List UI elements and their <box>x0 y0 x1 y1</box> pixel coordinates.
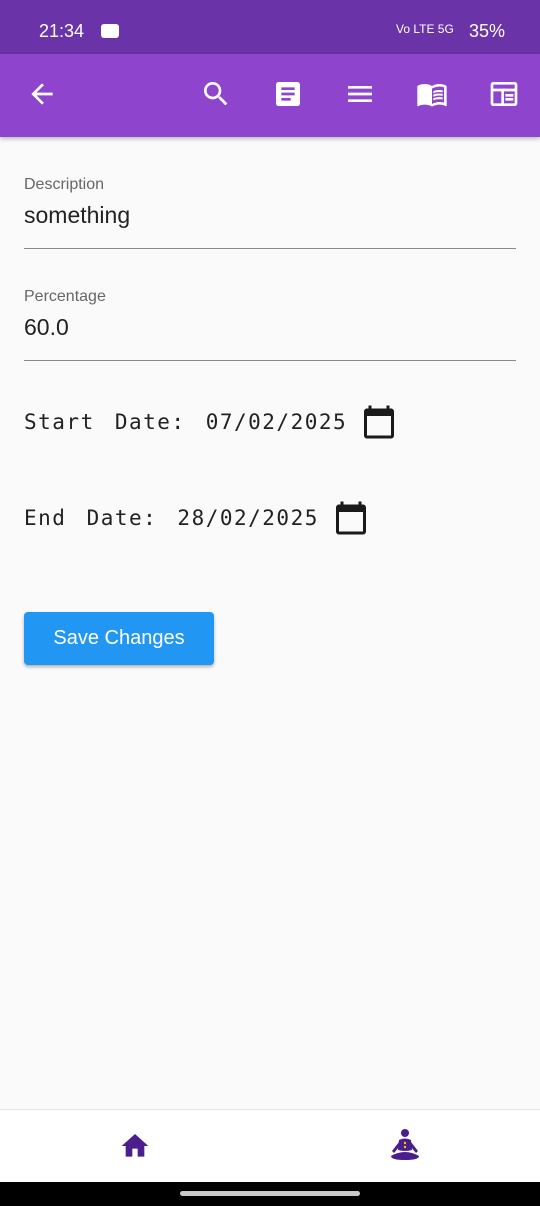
notification-app-icon <box>101 24 119 38</box>
back-button[interactable] <box>22 74 62 114</box>
description-label: Description <box>24 176 105 193</box>
book-button[interactable] <box>412 74 452 114</box>
home-icon <box>121 1134 149 1157</box>
bottom-navigation <box>0 1109 540 1183</box>
status-bar: 21:34 Vo LTE 5G 35% <box>0 0 540 54</box>
system-gesture-bar <box>0 1182 540 1206</box>
book-open-icon <box>417 84 447 107</box>
article-button[interactable] <box>268 74 308 114</box>
menu-button[interactable] <box>340 74 380 114</box>
start-date-row: Start Date: 07/02/2025 <box>24 404 397 440</box>
app-bar <box>0 54 540 137</box>
meditation-icon <box>391 1129 419 1160</box>
calendar-grid-icon <box>490 82 518 106</box>
end-date-text: End Date: 28/02/2025 <box>24 506 319 530</box>
search-icon <box>204 82 228 106</box>
calendar-icon <box>335 501 366 535</box>
menu-lines-icon <box>348 86 372 102</box>
calendar-icon <box>364 405 395 439</box>
network-indicator: Vo LTE 5G <box>396 22 454 36</box>
description-input[interactable]: something <box>24 202 130 229</box>
nav-home[interactable] <box>113 1126 157 1166</box>
percentage-input[interactable]: 60.0 <box>24 314 69 341</box>
percentage-field[interactable]: Percentage 60.0 <box>24 288 516 361</box>
start-date-text: Start Date: 07/02/2025 <box>24 410 348 434</box>
battery-level: 35% <box>469 21 506 41</box>
end-date-picker-button[interactable] <box>333 500 369 536</box>
article-icon <box>276 82 300 106</box>
status-time: 21:34 <box>39 21 85 41</box>
description-field[interactable]: Description something <box>24 176 516 249</box>
nav-meditation[interactable] <box>383 1126 427 1166</box>
gesture-handle[interactable] <box>180 1191 360 1196</box>
back-arrow-icon <box>31 83 53 105</box>
start-date-picker-button[interactable] <box>361 404 397 440</box>
save-changes-button[interactable]: Save Changes <box>24 612 214 665</box>
end-date-row: End Date: 28/02/2025 <box>24 500 369 536</box>
percentage-label: Percentage <box>24 288 106 305</box>
search-button[interactable] <box>196 74 236 114</box>
calendar-view-button[interactable] <box>484 74 524 114</box>
